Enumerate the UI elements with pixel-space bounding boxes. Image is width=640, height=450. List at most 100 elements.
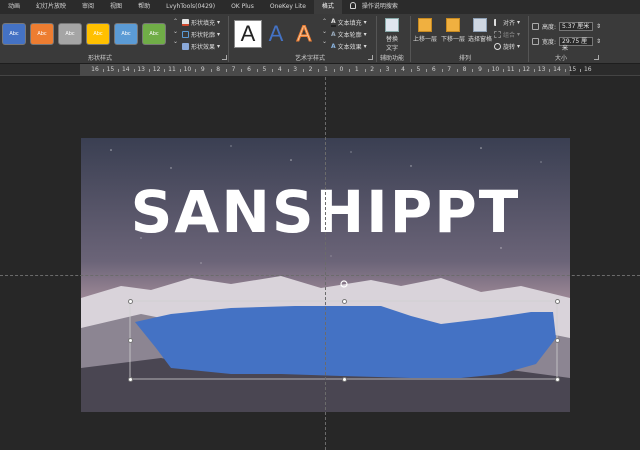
freeform-shape-fill[interactable]	[135, 306, 556, 378]
ruler-number: 11	[506, 66, 515, 73]
dropdown-arrow-icon: ▾	[517, 19, 521, 26]
ruler-number: 1	[354, 66, 359, 73]
tell-me-search[interactable]: 操作说明搜索	[342, 0, 406, 14]
resize-handle-left[interactable]	[128, 338, 133, 343]
ruler-tick	[102, 69, 104, 72]
resize-handle-right[interactable]	[555, 338, 560, 343]
shape-style-preset-2[interactable]: Abc	[30, 23, 54, 45]
shape-style-preset-3[interactable]: Abc	[58, 23, 82, 45]
tab-format[interactable]: 格式	[313, 0, 342, 14]
tab-onekey-lite[interactable]: OneKey Lite	[262, 0, 314, 14]
height-input[interactable]: 5.37 厘米	[559, 22, 594, 31]
tab-review[interactable]: 审阅	[74, 0, 102, 14]
ruler-tick	[333, 69, 335, 72]
text-effects-label: 文本效果	[337, 44, 362, 51]
vertical-guide[interactable]	[325, 77, 326, 450]
ruler-number: 0	[339, 66, 344, 73]
pen-outline-icon	[182, 31, 189, 38]
shape-style-preset-6[interactable]: Abc	[142, 23, 166, 45]
resize-handle-top-left[interactable]	[128, 299, 133, 304]
size-group-label: 大小	[554, 55, 567, 62]
text-fill-icon: A	[331, 18, 336, 27]
height-spinner-icon[interactable]: ⇕	[596, 23, 601, 30]
shape-effects-button[interactable]: 形状效果 ▾	[182, 42, 220, 51]
tab-animations[interactable]: 动画	[0, 0, 28, 14]
ruler-tick	[379, 69, 381, 72]
ruler-tick	[580, 69, 582, 72]
horizontal-guide[interactable]	[0, 275, 640, 276]
shape-styles-group-label: 形状样式	[87, 55, 112, 62]
resize-handle-bottom-left[interactable]	[128, 377, 133, 382]
resize-handle-bottom[interactable]	[342, 377, 347, 382]
shape-outline-button[interactable]: 形状轮廓 ▾	[182, 30, 220, 39]
rotation-handle-icon[interactable]	[340, 280, 348, 288]
alt-text-label-1: 替换	[385, 36, 398, 43]
rotate-button[interactable]: 旋转 ▾	[494, 42, 520, 51]
gallery-up-icon[interactable]: ⌃	[171, 18, 180, 26]
send-backward-label: 下移一层	[440, 36, 465, 43]
ruler-tick	[179, 69, 181, 72]
ruler-tick	[272, 69, 274, 72]
shape-style-preset-5[interactable]: Abc	[114, 23, 138, 45]
dropdown-arrow-icon: ▾	[363, 31, 367, 38]
gallery-down-icon[interactable]: ⌄	[171, 28, 180, 36]
wordart-gallery-up-icon[interactable]: ⌃	[320, 18, 329, 26]
ruler-number: 2	[370, 66, 375, 73]
alt-text-button[interactable]: 替换 文字	[380, 18, 404, 52]
width-label: 宽度:	[542, 39, 557, 46]
wordart-styles-launcher-icon[interactable]	[368, 55, 373, 60]
wordart-style-2[interactable]: A	[262, 20, 290, 48]
ruler-tick	[472, 69, 474, 72]
ruler-number: 7	[447, 66, 452, 73]
ruler-number: 14	[553, 66, 561, 73]
wordart-gallery-down-icon[interactable]: ⌄	[320, 28, 329, 36]
wordart-style-3[interactable]: A	[290, 20, 318, 48]
wordart-gallery-more-icon[interactable]: ⌄	[320, 38, 329, 46]
group-button[interactable]: 组合 ▾	[494, 30, 520, 39]
width-input[interactable]: 29.75 厘米	[559, 37, 594, 52]
ruler-tick	[441, 69, 443, 72]
ruler-tick	[564, 69, 566, 72]
height-icon	[532, 23, 539, 30]
tab-slideshow[interactable]: 幻灯片放映	[28, 0, 74, 14]
bring-forward-button[interactable]: 上移一层	[412, 18, 438, 43]
resize-handle-bottom-right[interactable]	[555, 377, 560, 382]
text-effects-button[interactable]: A 文本效果 ▾	[331, 42, 367, 51]
send-backward-button[interactable]: 下移一层	[440, 18, 466, 43]
ruler-tick	[318, 69, 320, 72]
group-separator	[410, 16, 411, 62]
size-launcher-icon[interactable]	[594, 55, 599, 60]
height-row: 高度: 5.37 厘米 ⇕	[532, 22, 601, 31]
ruler-number: 1	[324, 66, 328, 73]
resize-handle-top[interactable]	[342, 299, 347, 304]
dropdown-arrow-icon: ▾	[217, 43, 221, 50]
width-spinner-icon[interactable]: ⇕	[596, 38, 601, 45]
ruler-number: 15	[568, 66, 577, 73]
text-fill-button[interactable]: A 文本填充 ▾	[331, 18, 367, 27]
ruler-number: 9	[200, 66, 205, 73]
tab-lvyhtools[interactable]: LvyhTools(0429)	[158, 0, 223, 14]
resize-handle-top-right[interactable]	[555, 299, 560, 304]
text-fill-label: 文本填充	[337, 20, 362, 27]
align-button[interactable]: 对齐 ▾	[494, 18, 520, 27]
text-outline-icon: A	[331, 31, 336, 38]
tab-view[interactable]: 视图	[102, 0, 130, 14]
paint-bucket-icon	[182, 19, 189, 26]
shape-style-preset-1[interactable]: Abc	[2, 23, 26, 45]
ruler-tick	[349, 69, 351, 72]
text-outline-button[interactable]: A 文本轮廓 ▾	[331, 30, 367, 39]
shape-style-preset-4[interactable]: Abc	[86, 23, 110, 45]
gallery-more-icon[interactable]: ⌄	[171, 38, 180, 46]
shape-styles-launcher-icon[interactable]	[222, 55, 227, 60]
tab-okplus[interactable]: OK Plus	[223, 0, 262, 14]
bring-forward-icon	[418, 18, 432, 32]
ruler-number: 5	[416, 66, 421, 73]
ruler-tick	[241, 69, 243, 72]
tab-help[interactable]: 帮助	[130, 0, 158, 14]
wordart-style-1[interactable]: A	[234, 20, 262, 48]
align-label: 对齐	[503, 20, 516, 27]
height-label: 高度:	[542, 24, 557, 31]
selection-pane-button[interactable]: 选择窗格	[467, 18, 493, 43]
shape-fill-button[interactable]: 形状填充 ▾	[182, 18, 220, 27]
lightbulb-icon	[349, 2, 356, 9]
